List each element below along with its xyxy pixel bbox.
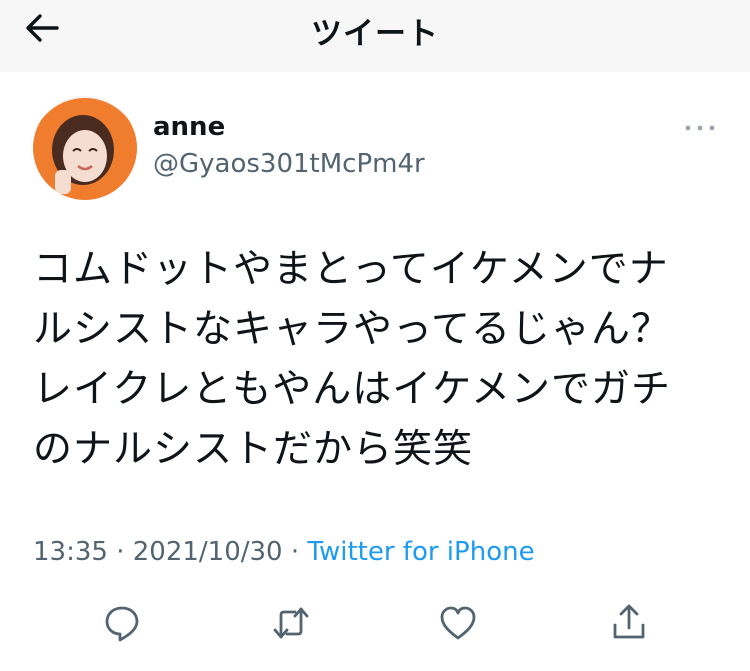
reply-icon bbox=[105, 606, 139, 642]
tweet-meta: 13:35 · 2021/10/30 · Twitter for iPhone bbox=[33, 537, 535, 567]
top-bar: ツイート bbox=[0, 0, 750, 72]
tweet-source-link[interactable]: Twitter for iPhone bbox=[307, 537, 534, 567]
retweet-button[interactable] bbox=[266, 598, 316, 648]
meta-separator: · bbox=[116, 537, 125, 567]
more-horizontal-icon bbox=[685, 125, 715, 131]
like-button[interactable] bbox=[433, 598, 483, 648]
tweet-text: コムドットやまとってイケメンでナ ルシストなキャラやってるじゃん？ レイクレとも… bbox=[33, 247, 672, 472]
share-icon bbox=[613, 604, 645, 639]
reply-button[interactable] bbox=[97, 598, 147, 648]
page-title: ツイート bbox=[311, 16, 439, 52]
avatar-image bbox=[33, 96, 137, 200]
meta-separator: · bbox=[290, 537, 300, 567]
tweet-date[interactable]: 2021/10/30 bbox=[133, 537, 283, 567]
share-button[interactable] bbox=[604, 598, 654, 648]
more-options-button[interactable] bbox=[680, 116, 720, 140]
action-bar bbox=[0, 598, 750, 648]
avatar[interactable] bbox=[33, 96, 137, 200]
author-handle[interactable]: @Gyaos301tMcPm4r bbox=[153, 149, 425, 179]
retweet-icon bbox=[273, 607, 309, 639]
like-icon bbox=[440, 606, 476, 640]
author-name[interactable]: anne bbox=[153, 112, 225, 142]
tweet-time[interactable]: 13:35 bbox=[33, 537, 108, 567]
